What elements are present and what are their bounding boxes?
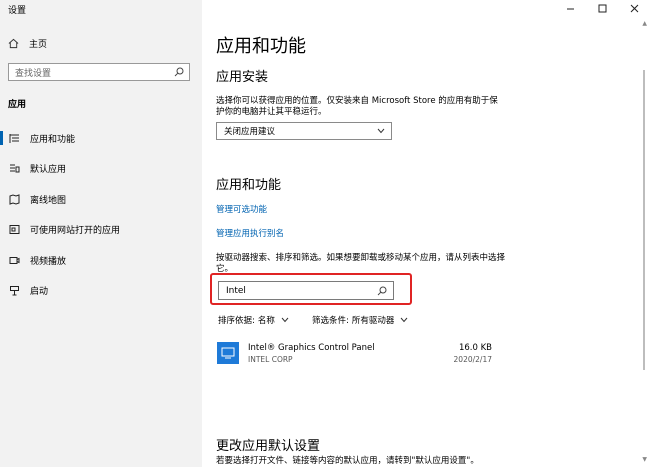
- home-icon: [8, 38, 19, 49]
- install-heading: 应用安装: [216, 70, 269, 85]
- minimize-icon: [566, 8, 574, 9]
- search-description: 按驱动器搜索、排序和筛选。如果想要卸载或移动某个应用，请从列表中选择它。: [216, 253, 506, 274]
- home-link[interactable]: 主页: [8, 37, 47, 50]
- sidebar-item-label: 启动: [30, 287, 49, 297]
- scrollbar-thumb[interactable]: [643, 70, 645, 370]
- minimize-button[interactable]: [554, 0, 586, 16]
- defaults-description: 若要选择打开文件、链接等内容的默认应用，请转到"默认应用设置"。: [216, 456, 479, 466]
- manage-optional-features-link[interactable]: 管理可选功能: [216, 203, 267, 215]
- settings-search-placeholder: 查找设置: [15, 68, 52, 79]
- app-size: 16.0 KB: [458, 343, 492, 353]
- install-source-dropdown[interactable]: 关闭应用建议: [216, 122, 392, 140]
- highlight-box: [210, 273, 412, 305]
- scroll-down-arrow[interactable]: ▼: [642, 456, 647, 463]
- sidebar-item-offline-maps[interactable]: 离线地图: [0, 188, 202, 210]
- list-item[interactable]: Intel® Graphics Control Panel INTEL CORP…: [216, 340, 496, 370]
- dropdown-value: 关闭应用建议: [224, 127, 276, 137]
- apps-for-websites-icon: [9, 225, 20, 234]
- sidebar-item-label: 默认应用: [30, 165, 67, 175]
- install-description: 选择你可以获得应用的位置。仅安装来自 Microsoft Store 的应用有助…: [216, 96, 498, 117]
- main-content: ▲ ▼ 应用和功能 应用安装 选择你可以获得应用的位置。仅安装来自 Micros…: [202, 0, 650, 467]
- sidebar: 设置 主页 查找设置 应用 应用和功能 默认应用 离线地图 可使用网站打开的应用…: [0, 0, 202, 467]
- app-name: Intel® Graphics Control Panel: [248, 343, 375, 353]
- sort-label: 排序依据:: [218, 316, 255, 326]
- page-title: 应用和功能: [216, 36, 306, 57]
- sidebar-item-label: 视频播放: [30, 257, 67, 267]
- section-title: 应用: [8, 100, 27, 110]
- sidebar-item-label: 离线地图: [30, 196, 67, 206]
- active-indicator: [0, 131, 3, 145]
- chevron-down-icon: [401, 317, 408, 323]
- maximize-button[interactable]: [586, 0, 618, 16]
- defaults-heading: 更改应用默认设置: [216, 439, 321, 454]
- window-title: 设置: [8, 6, 27, 16]
- filter-dropdown[interactable]: 筛选条件: 所有驱动器: [312, 314, 408, 326]
- features-heading: 应用和功能: [216, 178, 282, 193]
- filter-value: 所有驱动器: [351, 316, 395, 326]
- chevron-down-icon: [377, 128, 385, 134]
- video-playback-icon: [9, 257, 20, 264]
- scroll-up-arrow[interactable]: ▲: [642, 20, 647, 27]
- sidebar-item-default-apps[interactable]: 默认应用: [0, 157, 202, 179]
- sidebar-item-label: 应用和功能: [30, 135, 76, 145]
- sort-value: 名称: [257, 316, 275, 326]
- apps-features-icon: [9, 134, 19, 143]
- maximize-icon: [598, 4, 606, 12]
- sidebar-item-video-playback[interactable]: 视频播放: [0, 249, 202, 271]
- default-apps-icon: [10, 164, 20, 173]
- intel-app-icon: [217, 342, 239, 364]
- startup-icon: [10, 286, 19, 296]
- offline-maps-icon: [9, 194, 20, 205]
- filter-label: 筛选条件:: [312, 316, 349, 326]
- home-label: 主页: [29, 40, 48, 50]
- settings-search-input[interactable]: 查找设置: [8, 63, 190, 81]
- sidebar-item-apps-for-websites[interactable]: 可使用网站打开的应用: [0, 218, 202, 240]
- app-date: 2020/2/17: [453, 355, 492, 364]
- sidebar-item-label: 可使用网站打开的应用: [30, 226, 121, 236]
- window-controls: [554, 0, 650, 16]
- close-icon: [630, 4, 638, 12]
- chevron-down-icon: [281, 317, 289, 323]
- manage-app-aliases-link[interactable]: 管理应用执行别名: [216, 227, 284, 239]
- sidebar-item-startup[interactable]: 启动: [0, 279, 202, 301]
- sidebar-item-apps-features[interactable]: 应用和功能: [0, 127, 202, 149]
- sort-dropdown[interactable]: 排序依据: 名称: [218, 314, 289, 326]
- search-icon: [174, 67, 184, 77]
- close-button[interactable]: [618, 0, 650, 16]
- app-publisher: INTEL CORP: [248, 355, 293, 364]
